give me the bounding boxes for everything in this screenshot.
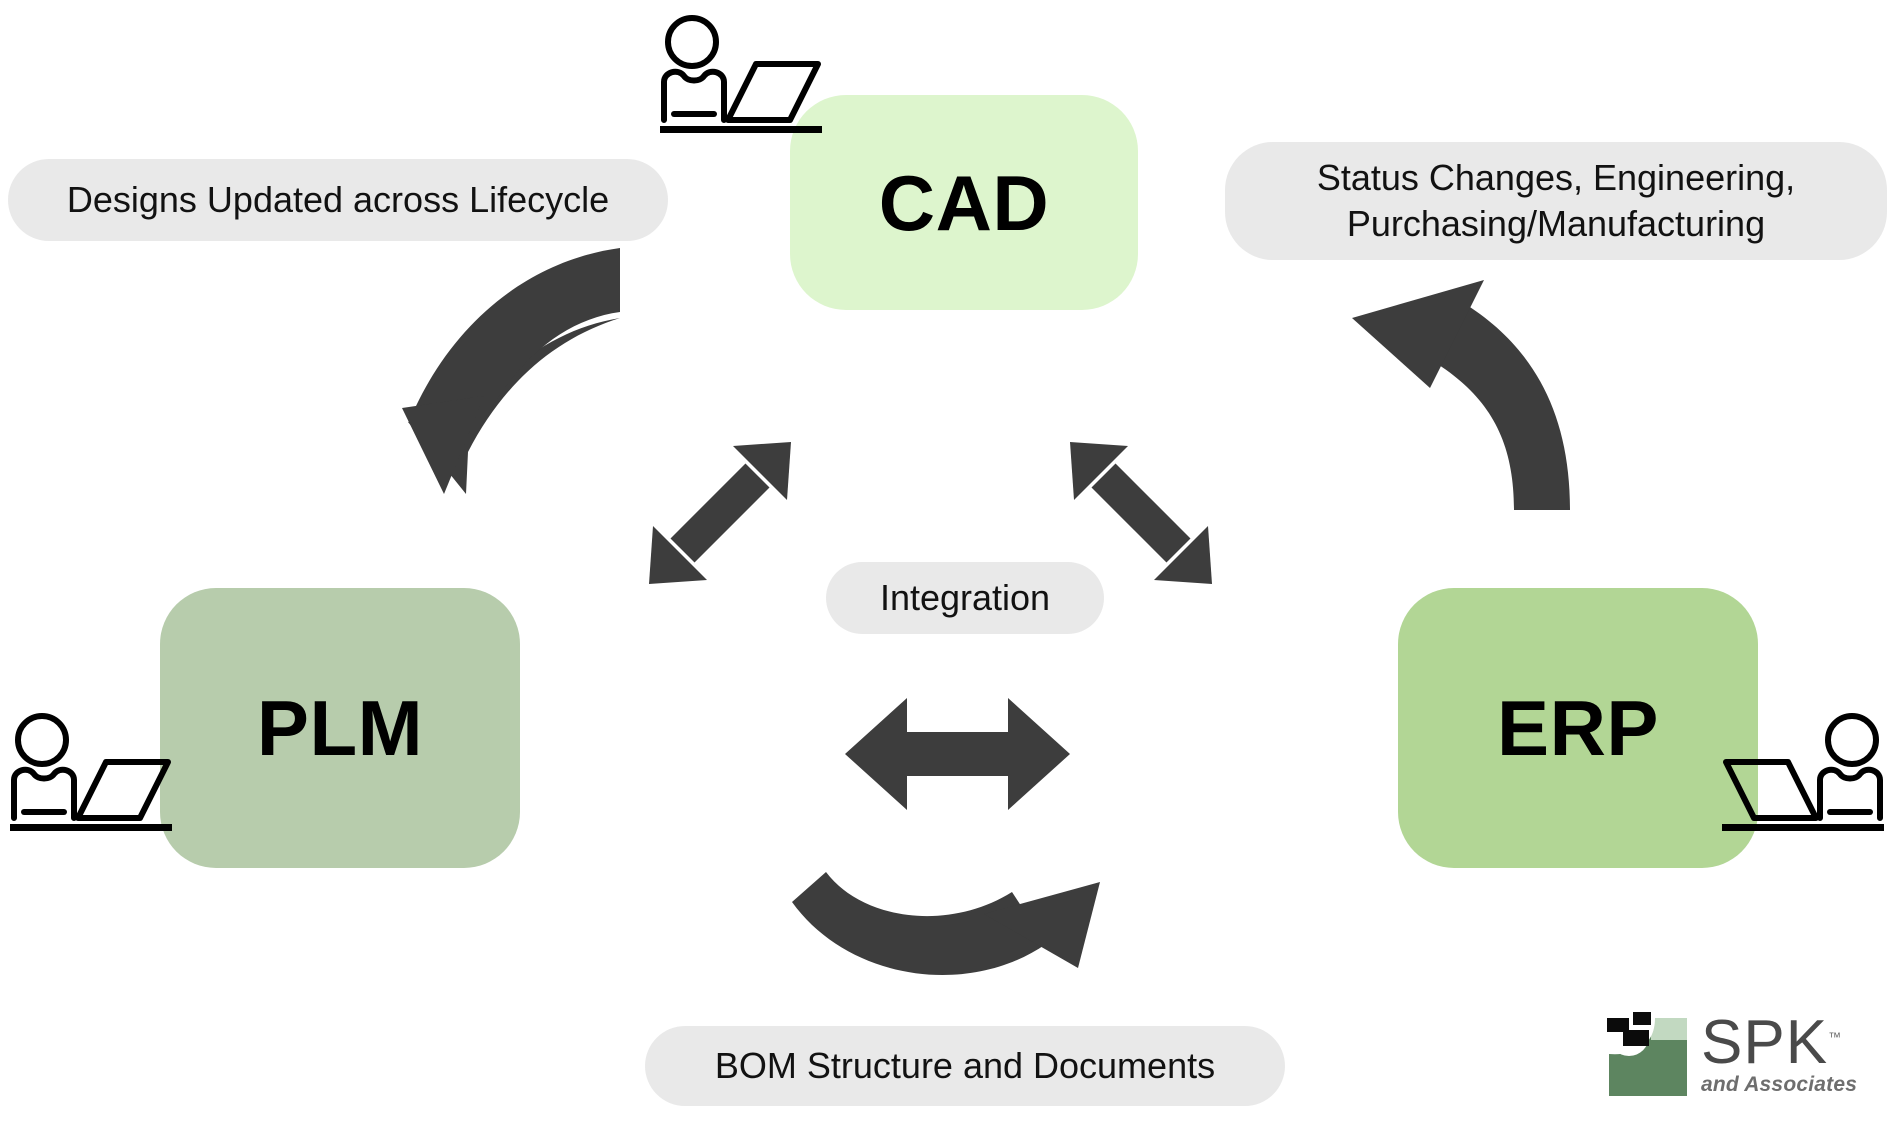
system-box-erp[interactable]: ERP: [1398, 588, 1758, 868]
spk-logo-mark-icon: [1605, 1012, 1691, 1105]
spk-logo-row: SPK™ and Associates: [1605, 1012, 1890, 1105]
person-at-laptop-icon: [1712, 712, 1892, 842]
diagram-canvas: CAD PLM ERP Designs Updated across Lifec…: [0, 0, 1898, 1148]
curved-arrow-up-right-icon: [788, 872, 1108, 992]
label-status-changes-line2: Purchasing/Manufacturing: [1346, 203, 1766, 244]
system-box-erp-label: ERP: [1497, 684, 1659, 772]
person-at-laptop-icon: [2, 712, 182, 842]
label-status-changes-block: Status Changes, Engineering, Purchasing/…: [1317, 155, 1795, 247]
person-at-laptop-icon: [652, 14, 832, 144]
curved-arrow-up-left-icon: [1322, 262, 1592, 512]
double-headed-diagonal-arrow-icon: [1066, 438, 1216, 588]
spk-logo-name: SPK™: [1701, 1012, 1857, 1074]
system-box-cad[interactable]: CAD: [790, 95, 1138, 310]
spk-logo-wordmark: SPK™ and Associates: [1701, 1012, 1857, 1097]
curved-arrow-down-left-icon: [372, 246, 642, 496]
label-designs-updated: Designs Updated across Lifecycle: [8, 159, 668, 241]
double-headed-diagonal-arrow-icon: [645, 438, 795, 588]
double-headed-horizontal-arrow-icon: [845, 694, 1070, 814]
spk-logo-trademark: ™: [1828, 1029, 1843, 1045]
system-box-plm-label: PLM: [256, 684, 424, 772]
label-integration-text: Integration: [879, 577, 1051, 618]
system-box-plm[interactable]: PLM: [160, 588, 520, 868]
label-status-changes-line1: Status Changes, Engineering,: [1316, 156, 1796, 198]
system-box-cad-label: CAD: [878, 158, 1050, 247]
label-bom-structure: BOM Structure and Documents: [645, 1026, 1285, 1106]
label-designs-updated-text: Designs Updated across Lifecycle: [66, 179, 610, 220]
label-bom-structure-text: BOM Structure and Documents: [714, 1045, 1216, 1086]
label-status-changes: Status Changes, Engineering, Purchasing/…: [1225, 142, 1887, 260]
label-integration: Integration: [826, 562, 1104, 634]
spk-logo-name-text: SPK: [1701, 1008, 1829, 1077]
spk-logo: SPK™ and Associates: [1605, 1012, 1890, 1120]
